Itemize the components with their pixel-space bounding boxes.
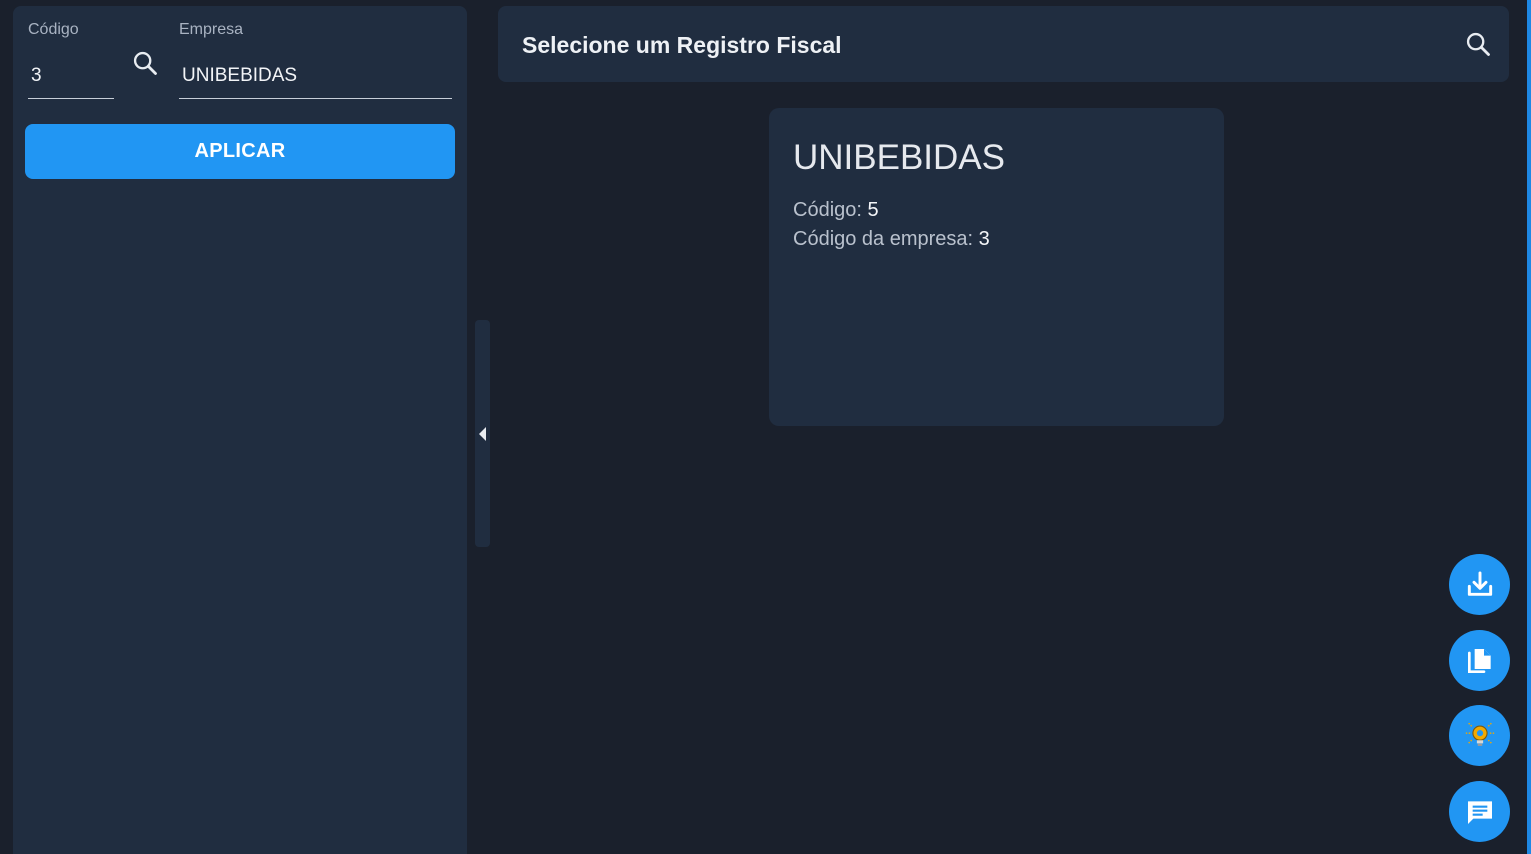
- filter-panel: Código Empresa APLICAR: [13, 6, 467, 854]
- apply-button[interactable]: APLICAR: [25, 124, 455, 179]
- codigo-field: Código: [28, 21, 114, 99]
- download-button[interactable]: [1449, 554, 1510, 615]
- record-name: UNIBEBIDAS: [793, 138, 1005, 177]
- empresa-field: Empresa: [179, 21, 452, 99]
- empresa-input[interactable]: [179, 59, 452, 99]
- edge-accent: [1527, 0, 1531, 854]
- chat-icon: [1467, 800, 1492, 824]
- record-codigo-value: 5: [867, 199, 879, 221]
- copy-icon: [1467, 648, 1491, 673]
- idea-button[interactable]: [1449, 705, 1510, 766]
- copy-button[interactable]: [1449, 630, 1510, 691]
- header-search-button[interactable]: [1463, 29, 1493, 59]
- codigo-label: Código: [28, 21, 79, 38]
- app-root: Código Empresa APLICAR Selecione um Regi…: [0, 0, 1531, 854]
- download-icon: [1467, 571, 1492, 596]
- panel-collapse-handle[interactable]: [475, 320, 490, 547]
- empresa-label: Empresa: [179, 21, 244, 38]
- record-empresa: Código da empresa: 3: [793, 228, 990, 251]
- record-codigo: Código: 5: [793, 199, 879, 222]
- caret-left-icon: [478, 426, 486, 441]
- chat-button[interactable]: [1449, 781, 1510, 842]
- codigo-input[interactable]: [28, 59, 114, 99]
- record-card[interactable]: UNIBEBIDAS Código: 5 Código da empresa: …: [769, 108, 1224, 426]
- lightbulb-icon: [1465, 722, 1494, 746]
- codigo-search-button[interactable]: [130, 48, 160, 78]
- record-empresa-value: 3: [978, 228, 990, 250]
- record-codigo-label: Código:: [793, 199, 862, 221]
- search-icon: [133, 51, 157, 75]
- record-empresa-label: Código da empresa:: [793, 228, 974, 250]
- search-icon: [1466, 32, 1490, 56]
- header-bar: Selecione um Registro Fiscal: [498, 6, 1509, 82]
- page-title: Selecione um Registro Fiscal: [522, 32, 842, 58]
